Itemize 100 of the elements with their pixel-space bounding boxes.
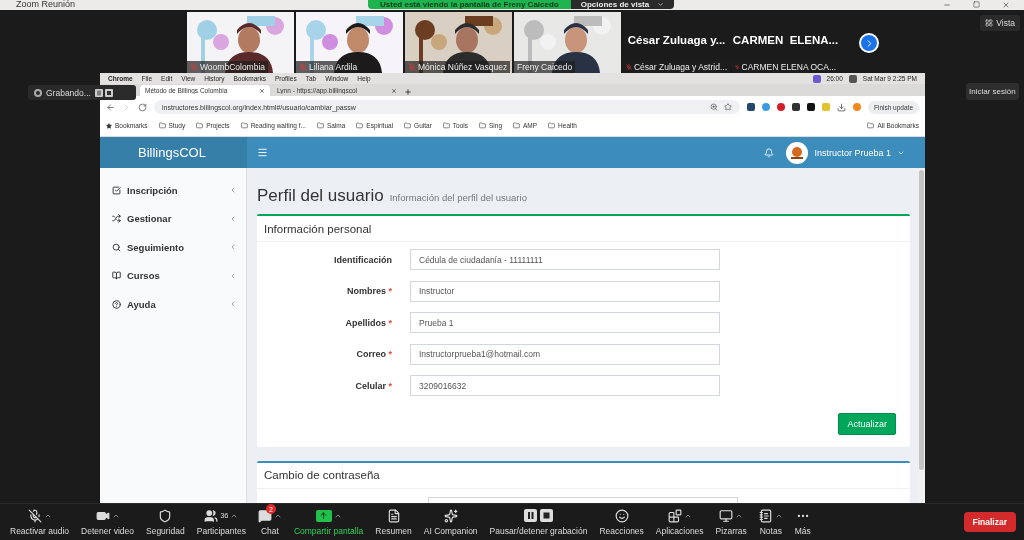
chevron-down-icon — [657, 1, 665, 8]
sidebar-item[interactable]: Inscripción — [100, 176, 246, 205]
zoom-icon[interactable] — [709, 103, 718, 111]
close-icon[interactable] — [259, 87, 265, 94]
participant-name: WoombColombia — [200, 62, 266, 72]
folder-icon — [404, 122, 412, 129]
toolbar-button[interactable]: Más — [788, 508, 817, 536]
view-options-button[interactable]: Opciones de vista — [570, 0, 675, 9]
brand-logo: BillingsCOL — [138, 145, 206, 160]
folder-icon — [442, 122, 450, 129]
search-icon — [112, 242, 121, 252]
recording-label: Grabando... — [46, 87, 91, 98]
next-page-button[interactable] — [859, 33, 879, 53]
field-label: Celular * — [354, 380, 393, 391]
chat-bubble-icon — [257, 508, 272, 523]
toolbar-button[interactable]: AI Companion — [417, 508, 484, 536]
folder-icon — [196, 122, 204, 129]
chevron-left-icon — [229, 214, 237, 223]
toolbar-button[interactable]: Aplicaciones — [649, 508, 710, 536]
page-subtitle: Información del perfil del usuario — [389, 192, 527, 203]
sidebar-item[interactable]: Seguimiento — [100, 233, 246, 262]
profile-icon[interactable] — [852, 103, 861, 111]
sparkle-icon — [443, 508, 458, 523]
avatar-logo-icon — [786, 141, 809, 164]
sidebar-item[interactable]: Ayuda — [100, 290, 246, 319]
maximize-icon[interactable] — [973, 1, 980, 8]
folder-icon — [867, 122, 875, 129]
user-menu[interactable]: Instructor Prueba 1 — [786, 141, 905, 164]
card-title: Información personal — [264, 222, 372, 235]
apps-icon — [667, 508, 682, 523]
toolbar-button[interactable]: Pizarras — [709, 508, 753, 536]
card-title: Cambio de contraseña — [264, 469, 380, 481]
sign-in-button[interactable]: Iniciar sesión — [966, 83, 1019, 100]
folder-icon — [316, 122, 324, 129]
download-icon[interactable] — [836, 102, 846, 112]
shield-icon — [158, 508, 173, 523]
end-button[interactable]: Finalizar — [963, 512, 1016, 532]
app-icon — [812, 74, 821, 83]
window-title: Zoom Reunión — [16, 0, 76, 9]
field-label: Apellidos * — [344, 317, 393, 328]
share-screen-icon — [315, 509, 332, 522]
toolbar-button[interactable]: Compartir pantalla — [287, 508, 370, 536]
folder-icon — [548, 122, 556, 129]
notes-icon — [758, 508, 773, 523]
close-icon[interactable] — [1002, 1, 1010, 9]
participant-name: Liliana Ardila — [309, 62, 358, 72]
chevron-left-icon — [229, 300, 237, 309]
participant-display-name: CARMEN ELENA... — [732, 34, 839, 46]
participant-display-name: César Zuluaga y... — [626, 34, 727, 46]
participant-name: Mónica Núñez Vasquez — [418, 62, 508, 72]
close-icon[interactable] — [391, 87, 397, 94]
sidebar-item[interactable]: Gestionar — [100, 204, 246, 233]
smiley-icon — [614, 508, 629, 523]
pause-stop-icon — [94, 88, 113, 97]
star-icon[interactable] — [723, 103, 732, 111]
shuffle-icon — [112, 214, 121, 224]
folder-icon — [158, 122, 166, 129]
input-field[interactable]: Instructorprueba1@hotmail.com — [410, 343, 720, 365]
view-button[interactable]: Vista — [980, 15, 1020, 31]
input-field[interactable]: 3209016632 — [410, 375, 720, 397]
chevron-left-icon — [229, 243, 237, 252]
status-icon — [848, 74, 857, 83]
folder-icon — [356, 122, 364, 129]
back-icon[interactable] — [106, 102, 115, 112]
toolbar-button[interactable]: Seguridad — [140, 508, 191, 536]
recording-dot-icon — [34, 88, 42, 97]
menu-icon[interactable] — [257, 147, 268, 158]
input-field[interactable]: Cédula de ciudadanía - 11111111 — [410, 249, 720, 271]
page-title: Perfil del usuario — [257, 186, 384, 206]
toolbar-button[interactable]: Detener video — [75, 508, 140, 536]
star-icon — [106, 122, 112, 129]
toolbar-button[interactable]: Reacciones — [593, 508, 650, 536]
participant-name: Freny Caicedo — [517, 62, 573, 72]
notification-bell-icon[interactable] — [764, 147, 775, 158]
sidebar-item[interactable]: Cursos — [100, 261, 246, 290]
field-label: Nombres * — [345, 286, 393, 297]
whiteboard-icon — [719, 508, 734, 523]
toolbar-button[interactable]: Notas — [752, 508, 789, 536]
toolbar-button[interactable]: Pausar/detener grabación — [483, 508, 594, 536]
book-icon — [112, 271, 121, 281]
folder-icon — [479, 122, 486, 129]
chevron-left-icon — [229, 271, 237, 280]
reload-icon[interactable] — [138, 102, 147, 112]
pause-stop-icon — [523, 509, 554, 522]
grid-icon — [985, 19, 994, 27]
help-icon — [112, 299, 121, 309]
field-label: Identificación — [333, 254, 393, 265]
new-tab-icon[interactable] — [404, 88, 412, 96]
toolbar-button[interactable]: Resumen — [369, 508, 418, 536]
folder-icon — [513, 122, 520, 129]
input-field[interactable]: Prueba 1 — [410, 312, 720, 334]
field-label: Correo * — [355, 349, 393, 360]
toolbar-button[interactable]: Reactivar audio — [4, 508, 76, 536]
participant-name: César Zuluaga y Astrid... — [633, 62, 727, 72]
folder-icon — [240, 122, 248, 129]
muted-mic-icon — [27, 508, 42, 523]
people-icon — [204, 508, 219, 523]
checkbox-icon — [112, 185, 121, 195]
chevron-left-icon — [229, 186, 237, 195]
input-field[interactable]: Instructor — [410, 280, 720, 302]
